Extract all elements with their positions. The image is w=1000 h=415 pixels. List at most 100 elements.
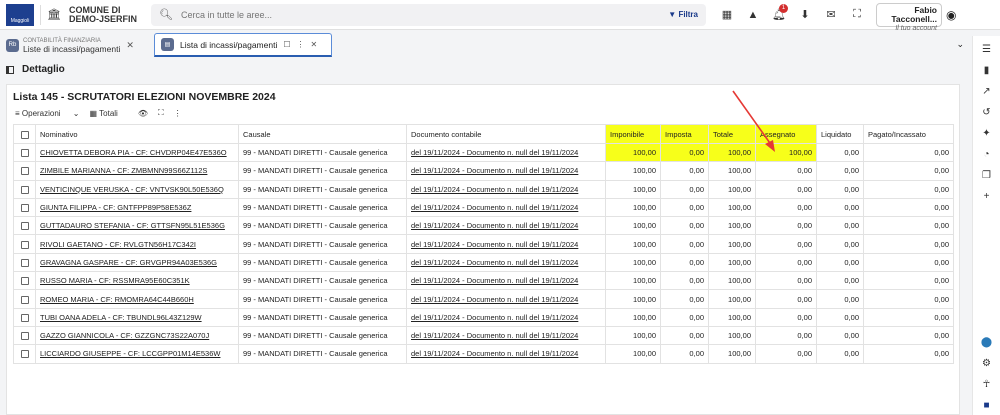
expand-icon[interactable]: ⛶: [158, 108, 164, 118]
documento-cell[interactable]: del 19/11/2024 - Documento n. null del 1…: [406, 325, 606, 346]
nominativo-cell[interactable]: GAZZO GIANNICOLA - CF: GZZGNC73S22A070J: [35, 325, 239, 346]
documento-cell[interactable]: del 19/11/2024 - Documento n. null del 1…: [406, 179, 606, 199]
row-checkbox[interactable]: [13, 161, 36, 181]
search-input[interactable]: [180, 9, 669, 20]
table-row[interactable]: RIVOLI GAETANO - CF: RVLGTN56H17C342I 99 …: [13, 234, 954, 254]
nominativo-cell[interactable]: LICCIARDO GIUSEPPE - CF: LCCGPP01M14E536…: [35, 344, 239, 364]
col-pagato[interactable]: Pagato/Incassato: [863, 124, 954, 144]
list-title: Lista 145 - SCRUTATORI ELEZIONI NOVEMBRE…: [13, 91, 276, 103]
nominativo-cell[interactable]: CHIOVETTA DEBORA PIA - CF: CHVDRP04E47E5…: [35, 142, 239, 163]
operations-menu[interactable]: ≡ Operazioni ⌄: [15, 109, 80, 118]
select-all-checkbox[interactable]: [13, 124, 36, 144]
col-totale[interactable]: Totale: [708, 124, 756, 144]
row-checkbox[interactable]: [13, 271, 36, 291]
settings-icon[interactable]: ⚙: [982, 358, 991, 371]
institution-icon[interactable]: 🏛: [47, 8, 61, 21]
location-icon[interactable]: ⬤: [981, 337, 992, 350]
table-row[interactable]: ROMEO MARIA - CF: RMOMRA64C44B660H 99 - M…: [13, 289, 954, 309]
list-settings-icon[interactable]: ☰: [982, 44, 991, 57]
table-row[interactable]: GRAVAGNA GASPARE - CF: GRVGPR94A03E536G 9…: [13, 252, 954, 273]
col-imposta[interactable]: Imposta: [660, 124, 709, 144]
chevron-down-icon[interactable]: ⌄: [956, 39, 964, 50]
imponibile-cell: 100,00: [605, 289, 661, 309]
documento-cell[interactable]: del 19/11/2024 - Documento n. null del 1…: [406, 252, 606, 273]
documento-cell[interactable]: del 19/11/2024 - Documento n. null del 1…: [406, 161, 606, 181]
tab-label: Lista di incassi/pagamenti: [180, 39, 278, 50]
more-icon[interactable]: ⋮: [297, 40, 305, 49]
documento-cell[interactable]: del 19/11/2024 - Documento n. null del 1…: [406, 216, 606, 236]
nominativo-cell[interactable]: ROMEO MARIA - CF: RMOMRA64C44B660H: [35, 289, 239, 309]
row-checkbox[interactable]: [13, 234, 36, 254]
documento-cell[interactable]: del 19/11/2024 - Documento n. null del 1…: [406, 307, 606, 327]
col-nominativo[interactable]: Nominativo: [35, 124, 239, 144]
chat-icon[interactable]: ◔: [983, 149, 989, 162]
user-avatar-icon[interactable]: ◉: [946, 8, 956, 22]
table-row[interactable]: GUTTADAURO STEFANIA - CF: GTTSFN95L51E53…: [13, 216, 954, 236]
filter-button[interactable]: ▼ Filtra: [668, 10, 698, 19]
row-checkbox[interactable]: [13, 289, 36, 309]
documento-cell[interactable]: del 19/11/2024 - Documento n. null del 1…: [406, 142, 606, 163]
nominativo-cell[interactable]: VENTICINQUE VERUSKA - CF: VNTVSK90L50E53…: [35, 179, 239, 199]
nominativo-cell[interactable]: RIVOLI GAETANO - CF: RVLGTN56H17C342I: [35, 234, 239, 254]
bell-icon[interactable]: 🔔︎ 1: [768, 3, 790, 26]
row-checkbox[interactable]: [13, 307, 36, 327]
mail-icon[interactable]: ✉: [820, 4, 842, 26]
table-row[interactable]: GAZZO GIANNICOLA - CF: GZZGNC73S22A070J 9…: [13, 325, 954, 346]
table-row[interactable]: LICCIARDO GIUSEPPE - CF: LCCGPP01M14E536…: [13, 344, 954, 364]
accessibility-icon[interactable]: ☥: [983, 379, 990, 392]
more-icon[interactable]: ⋮: [174, 109, 182, 118]
nominativo-cell[interactable]: GUTTADAURO STEFANIA - CF: GTTSFN95L51E53…: [35, 216, 239, 236]
nominativo-cell[interactable]: GRAVAGNA GASPARE - CF: GRVGPR94A03E536G: [35, 252, 239, 273]
eye-icon[interactable]: 👁︎: [138, 109, 148, 118]
nominativo-cell[interactable]: TUBI OANA ADELA - CF: TBUNDL96L43Z129W: [35, 307, 239, 327]
bookmarks-icon[interactable]: ▮: [984, 65, 990, 78]
message-icon[interactable]: ■: [983, 400, 989, 413]
nominativo-cell[interactable]: GIUNTA FILIPPA - CF: GNTFPP89P58E536Z: [35, 197, 239, 218]
table-row[interactable]: GIUNTA FILIPPA - CF: GNTFPP89P58E536Z 99 …: [13, 197, 954, 218]
table-row[interactable]: VENTICINQUE VERUSKA - CF: VNTVSK90L50E53…: [13, 179, 954, 199]
nominativo-cell[interactable]: ZIMBILE MARIANNA - CF: ZMBMNN99S66Z112S: [35, 161, 239, 181]
download-icon[interactable]: ⬇: [794, 4, 816, 26]
warning-icon[interactable]: ▲: [742, 4, 764, 26]
documento-cell[interactable]: del 19/11/2024 - Documento n. null del 1…: [406, 344, 606, 364]
fullscreen-icon[interactable]: ⛶: [846, 4, 868, 26]
col-liquidato[interactable]: Liquidato: [816, 124, 864, 144]
entity-name[interactable]: COMUNE DI DEMO-JSERFIN: [69, 5, 139, 24]
history-icon[interactable]: ↺: [982, 107, 990, 120]
col-causale[interactable]: Causale: [238, 124, 407, 144]
col-documento[interactable]: Documento contabile: [406, 124, 606, 144]
add-icon[interactable]: +: [984, 191, 990, 204]
documento-cell[interactable]: del 19/11/2024 - Documento n. null del 1…: [406, 197, 606, 218]
table-row[interactable]: CHIOVETTA DEBORA PIA - CF: CHVDRP04E47E5…: [13, 142, 954, 163]
trend-icon[interactable]: ↗: [982, 86, 990, 99]
table-row[interactable]: ZIMBILE MARIANNA - CF: ZMBMNN99S66Z112S 9…: [13, 161, 954, 181]
col-imponibile[interactable]: Imponibile: [605, 124, 661, 144]
row-checkbox[interactable]: [13, 325, 36, 346]
row-checkbox[interactable]: [13, 179, 36, 199]
apps-grid-icon[interactable]: ▦: [716, 4, 738, 26]
documento-cell[interactable]: del 19/11/2024 - Documento n. null del 1…: [406, 234, 606, 254]
documento-cell[interactable]: del 19/11/2024 - Documento n. null del 1…: [406, 271, 606, 291]
documento-cell[interactable]: del 19/11/2024 - Documento n. null del 1…: [406, 289, 606, 309]
col-assegnato[interactable]: Assegnato: [755, 124, 817, 144]
pin-icon[interactable]: ✦: [982, 128, 990, 141]
row-checkbox[interactable]: [13, 142, 36, 163]
user-menu[interactable]: Fabio Tacconell... Il tuo account: [876, 2, 942, 32]
table-row[interactable]: RUSSO MARIA - CF: RSSMRA95E60C351K 99 - M…: [13, 271, 954, 291]
nominativo-cell[interactable]: RUSSO MARIA - CF: RSSMRA95E60C351K: [35, 271, 239, 291]
row-checkbox[interactable]: [13, 344, 36, 364]
copy-icon[interactable]: ❐: [982, 170, 991, 183]
close-icon[interactable]: ✕: [311, 40, 318, 49]
tab-liste-incassi[interactable]: Rb CONTABILITÀ FINANZIARIA Liste di inca…: [0, 33, 154, 57]
totals-button[interactable]: ▦ Totali: [90, 109, 128, 118]
row-checkbox[interactable]: [13, 252, 36, 273]
table-row[interactable]: TUBI OANA ADELA - CF: TBUNDL96L43Z129W 99…: [13, 307, 954, 327]
row-checkbox[interactable]: [13, 197, 36, 218]
row-checkbox[interactable]: [13, 216, 36, 236]
tab-lista-incassi-active[interactable]: ▤ Lista di incassi/pagamenti ☐ ⋮ ✕: [154, 33, 332, 57]
search-bar[interactable]: 🔍︎ ▼ Filtra: [151, 3, 706, 26]
assegnato-cell: 0,00: [755, 325, 817, 346]
imponibile-cell: 100,00: [605, 307, 661, 327]
bookmark-icon[interactable]: ☐: [283, 40, 290, 49]
close-icon[interactable]: ✕: [126, 40, 134, 51]
